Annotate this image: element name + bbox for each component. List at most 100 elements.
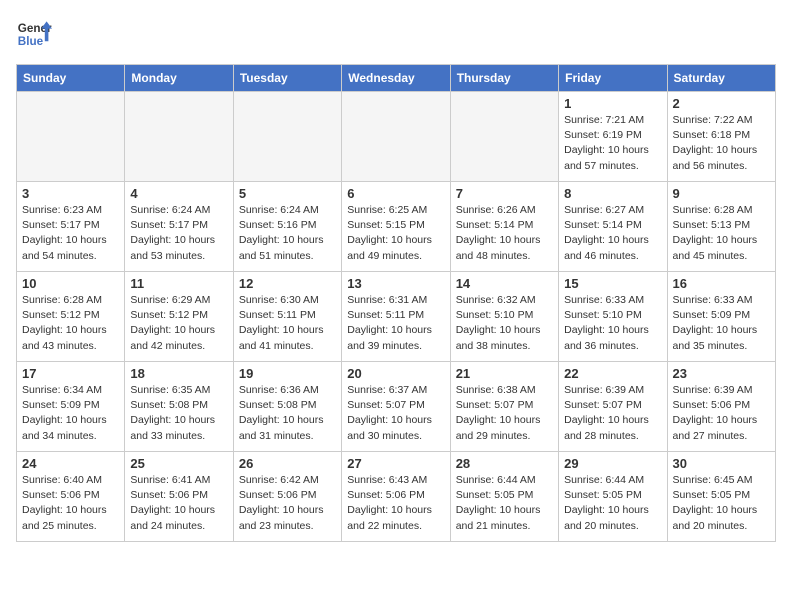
day-info: Sunrise: 6:28 AMSunset: 5:13 PMDaylight:… bbox=[673, 203, 770, 264]
day-info: Sunrise: 6:43 AMSunset: 5:06 PMDaylight:… bbox=[347, 473, 444, 534]
svg-text:Blue: Blue bbox=[18, 35, 44, 48]
day-cell bbox=[450, 92, 558, 182]
day-number: 6 bbox=[347, 186, 444, 201]
day-info: Sunrise: 6:24 AMSunset: 5:17 PMDaylight:… bbox=[130, 203, 227, 264]
day-info: Sunrise: 6:39 AMSunset: 5:07 PMDaylight:… bbox=[564, 383, 661, 444]
day-cell bbox=[342, 92, 450, 182]
weekday-header-sunday: Sunday bbox=[17, 65, 125, 92]
day-cell: 3Sunrise: 6:23 AMSunset: 5:17 PMDaylight… bbox=[17, 182, 125, 272]
day-info: Sunrise: 6:36 AMSunset: 5:08 PMDaylight:… bbox=[239, 383, 336, 444]
weekday-header-thursday: Thursday bbox=[450, 65, 558, 92]
day-cell: 8Sunrise: 6:27 AMSunset: 5:14 PMDaylight… bbox=[559, 182, 667, 272]
day-number: 20 bbox=[347, 366, 444, 381]
day-cell: 26 Sunrise: 6:42 AMSunset: 5:06 PMDayligh… bbox=[233, 452, 341, 542]
day-cell bbox=[125, 92, 233, 182]
day-cell: 14 Sunrise: 6:32 AMSunset: 5:10 PMDayligh… bbox=[450, 272, 558, 362]
day-number: 19 bbox=[239, 366, 336, 381]
day-number: 30 bbox=[673, 456, 770, 471]
day-cell: 17 Sunrise: 6:34 AMSunset: 5:09 PMDayligh… bbox=[17, 362, 125, 452]
day-info: Sunrise: 6:38 AMSunset: 5:07 PMDaylight:… bbox=[456, 383, 553, 444]
day-cell: 6 Sunrise: 6:25 AMSunset: 5:15 PMDaylight… bbox=[342, 182, 450, 272]
day-info: Sunrise: 6:45 AMSunset: 5:05 PMDaylight:… bbox=[673, 473, 770, 534]
day-cell: 7 Sunrise: 6:26 AMSunset: 5:14 PMDaylight… bbox=[450, 182, 558, 272]
day-number: 23 bbox=[673, 366, 770, 381]
day-number: 18 bbox=[130, 366, 227, 381]
day-info: Sunrise: 7:22 AMSunset: 6:18 PMDaylight:… bbox=[673, 113, 770, 174]
day-cell: 21 Sunrise: 6:38 AMSunset: 5:07 PMDayligh… bbox=[450, 362, 558, 452]
day-cell: 5Sunrise: 6:24 AMSunset: 5:16 PMDaylight… bbox=[233, 182, 341, 272]
day-number: 1 bbox=[564, 96, 661, 111]
day-number: 24 bbox=[22, 456, 119, 471]
day-number: 14 bbox=[456, 276, 553, 291]
weekday-header-monday: Monday bbox=[125, 65, 233, 92]
day-number: 10 bbox=[22, 276, 119, 291]
day-info: Sunrise: 6:35 AMSunset: 5:08 PMDaylight:… bbox=[130, 383, 227, 444]
day-cell: 19 Sunrise: 6:36 AMSunset: 5:08 PMDayligh… bbox=[233, 362, 341, 452]
day-number: 4 bbox=[130, 186, 227, 201]
day-number: 3 bbox=[22, 186, 119, 201]
week-row-3: 10 Sunrise: 6:28 AMSunset: 5:12 PMDayligh… bbox=[17, 272, 776, 362]
week-row-4: 17 Sunrise: 6:34 AMSunset: 5:09 PMDayligh… bbox=[17, 362, 776, 452]
week-row-2: 3Sunrise: 6:23 AMSunset: 5:17 PMDaylight… bbox=[17, 182, 776, 272]
weekday-header-tuesday: Tuesday bbox=[233, 65, 341, 92]
day-info: Sunrise: 6:30 AMSunset: 5:11 PMDaylight:… bbox=[239, 293, 336, 354]
day-number: 22 bbox=[564, 366, 661, 381]
day-cell: 15 Sunrise: 6:33 AMSunset: 5:10 PMDayligh… bbox=[559, 272, 667, 362]
day-info: Sunrise: 6:31 AMSunset: 5:11 PMDaylight:… bbox=[347, 293, 444, 354]
day-cell: 1 Sunrise: 7:21 AMSunset: 6:19 PMDaylight… bbox=[559, 92, 667, 182]
day-number: 2 bbox=[673, 96, 770, 111]
weekday-header-row: SundayMondayTuesdayWednesdayThursdayFrid… bbox=[17, 65, 776, 92]
day-number: 26 bbox=[239, 456, 336, 471]
day-cell: 24 Sunrise: 6:40 AMSunset: 5:06 PMDayligh… bbox=[17, 452, 125, 542]
day-number: 17 bbox=[22, 366, 119, 381]
day-cell: 20 Sunrise: 6:37 AMSunset: 5:07 PMDayligh… bbox=[342, 362, 450, 452]
day-info: Sunrise: 6:28 AMSunset: 5:12 PMDaylight:… bbox=[22, 293, 119, 354]
day-info: Sunrise: 6:29 AMSunset: 5:12 PMDaylight:… bbox=[130, 293, 227, 354]
day-cell bbox=[233, 92, 341, 182]
day-number: 12 bbox=[239, 276, 336, 291]
weekday-header-saturday: Saturday bbox=[667, 65, 775, 92]
day-cell: 2 Sunrise: 7:22 AMSunset: 6:18 PMDaylight… bbox=[667, 92, 775, 182]
day-number: 8 bbox=[564, 186, 661, 201]
day-cell: 23 Sunrise: 6:39 AMSunset: 5:06 PMDayligh… bbox=[667, 362, 775, 452]
day-info: Sunrise: 6:24 AMSunset: 5:16 PMDaylight:… bbox=[239, 203, 336, 264]
day-info: Sunrise: 6:41 AMSunset: 5:06 PMDaylight:… bbox=[130, 473, 227, 534]
day-info: Sunrise: 6:40 AMSunset: 5:06 PMDaylight:… bbox=[22, 473, 119, 534]
logo: General Blue bbox=[16, 16, 52, 52]
day-number: 11 bbox=[130, 276, 227, 291]
day-cell: 28 Sunrise: 6:44 AMSunset: 5:05 PMDayligh… bbox=[450, 452, 558, 542]
header: General Blue bbox=[16, 16, 776, 52]
day-info: Sunrise: 7:21 AMSunset: 6:19 PMDaylight:… bbox=[564, 113, 661, 174]
weekday-header-friday: Friday bbox=[559, 65, 667, 92]
weekday-header-wednesday: Wednesday bbox=[342, 65, 450, 92]
day-cell: 22 Sunrise: 6:39 AMSunset: 5:07 PMDayligh… bbox=[559, 362, 667, 452]
day-info: Sunrise: 6:39 AMSunset: 5:06 PMDaylight:… bbox=[673, 383, 770, 444]
day-cell: 13 Sunrise: 6:31 AMSunset: 5:11 PMDayligh… bbox=[342, 272, 450, 362]
day-cell: 16 Sunrise: 6:33 AMSunset: 5:09 PMDayligh… bbox=[667, 272, 775, 362]
day-cell: 27 Sunrise: 6:43 AMSunset: 5:06 PMDayligh… bbox=[342, 452, 450, 542]
day-info: Sunrise: 6:37 AMSunset: 5:07 PMDaylight:… bbox=[347, 383, 444, 444]
day-number: 7 bbox=[456, 186, 553, 201]
day-info: Sunrise: 6:34 AMSunset: 5:09 PMDaylight:… bbox=[22, 383, 119, 444]
day-number: 13 bbox=[347, 276, 444, 291]
day-number: 27 bbox=[347, 456, 444, 471]
day-info: Sunrise: 6:26 AMSunset: 5:14 PMDaylight:… bbox=[456, 203, 553, 264]
day-info: Sunrise: 6:25 AMSunset: 5:15 PMDaylight:… bbox=[347, 203, 444, 264]
day-cell: 30 Sunrise: 6:45 AMSunset: 5:05 PMDayligh… bbox=[667, 452, 775, 542]
day-cell: 10 Sunrise: 6:28 AMSunset: 5:12 PMDayligh… bbox=[17, 272, 125, 362]
day-number: 21 bbox=[456, 366, 553, 381]
day-info: Sunrise: 6:33 AMSunset: 5:10 PMDaylight:… bbox=[564, 293, 661, 354]
day-number: 15 bbox=[564, 276, 661, 291]
day-info: Sunrise: 6:32 AMSunset: 5:10 PMDaylight:… bbox=[456, 293, 553, 354]
day-info: Sunrise: 6:44 AMSunset: 5:05 PMDaylight:… bbox=[564, 473, 661, 534]
day-cell: 18 Sunrise: 6:35 AMSunset: 5:08 PMDayligh… bbox=[125, 362, 233, 452]
day-info: Sunrise: 6:44 AMSunset: 5:05 PMDaylight:… bbox=[456, 473, 553, 534]
day-info: Sunrise: 6:42 AMSunset: 5:06 PMDaylight:… bbox=[239, 473, 336, 534]
day-cell: 25Sunrise: 6:41 AMSunset: 5:06 PMDayligh… bbox=[125, 452, 233, 542]
day-number: 16 bbox=[673, 276, 770, 291]
day-number: 9 bbox=[673, 186, 770, 201]
day-number: 28 bbox=[456, 456, 553, 471]
calendar-table: SundayMondayTuesdayWednesdayThursdayFrid… bbox=[16, 64, 776, 542]
day-cell bbox=[17, 92, 125, 182]
day-info: Sunrise: 6:33 AMSunset: 5:09 PMDaylight:… bbox=[673, 293, 770, 354]
